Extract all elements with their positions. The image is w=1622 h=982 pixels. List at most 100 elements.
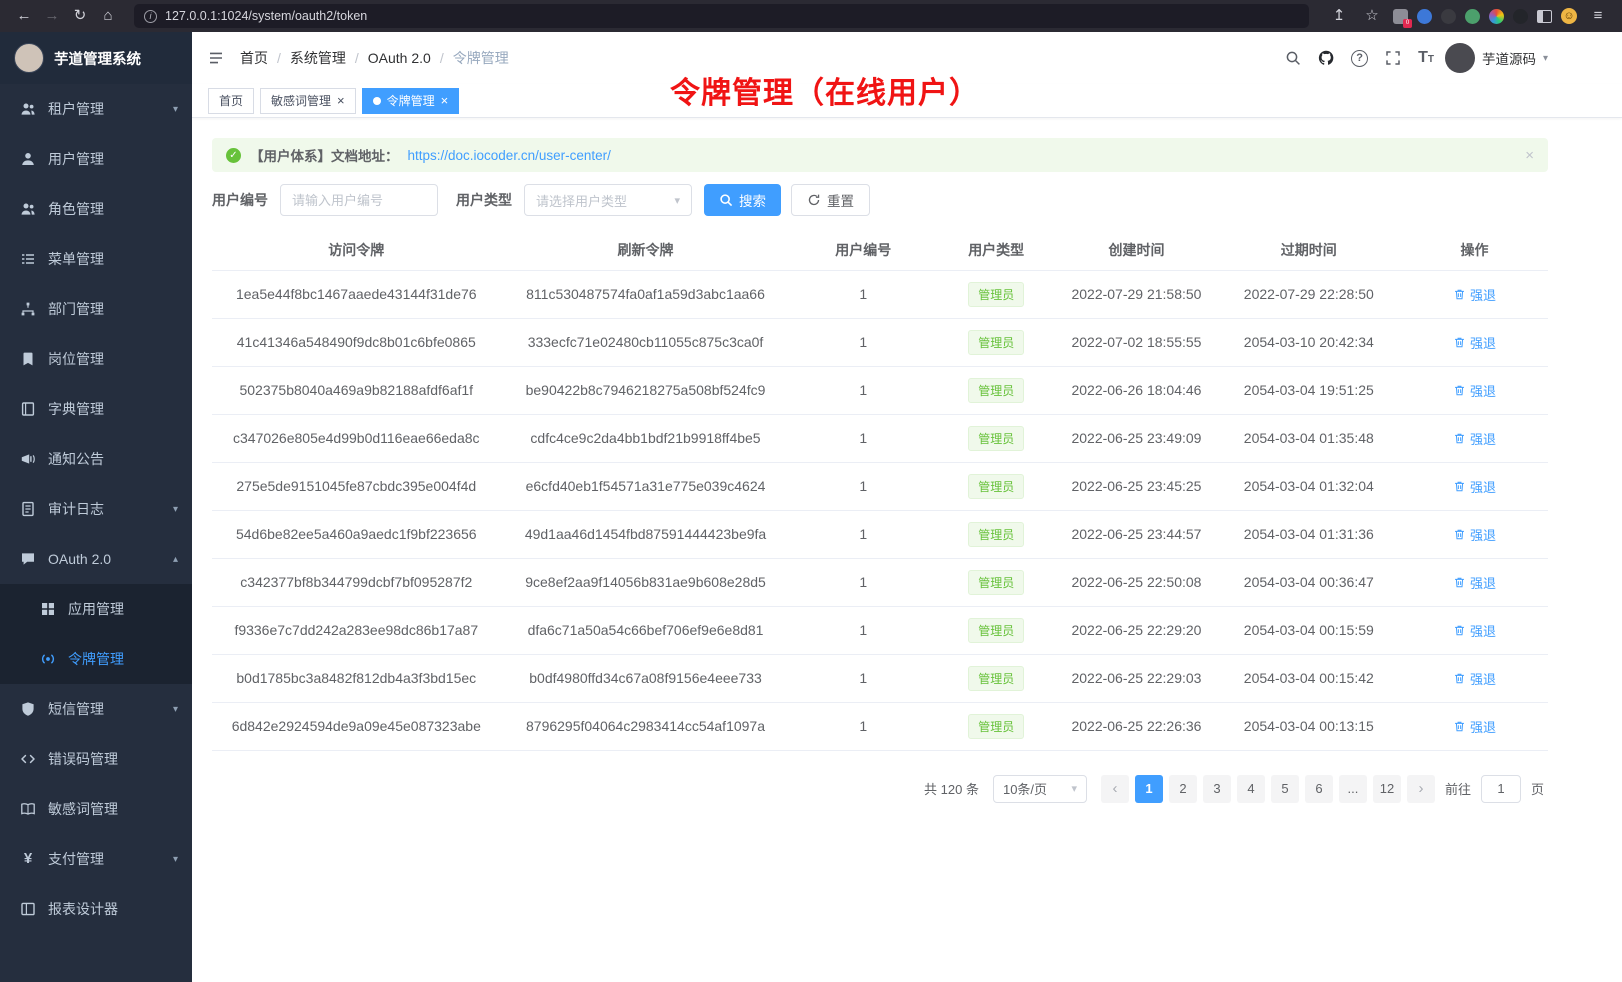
browser-menu-icon[interactable]: ≡: [1586, 0, 1610, 32]
user-id-input[interactable]: [280, 184, 438, 216]
search-icon[interactable]: [1285, 50, 1301, 66]
refresh-token-cell: e6cfd40eb1f54571a31e775e039c4624: [501, 462, 791, 510]
force-logout-button[interactable]: 强退: [1453, 333, 1496, 352]
sidebar-item-label: OAuth 2.0: [48, 551, 162, 567]
force-logout-button[interactable]: 强退: [1453, 381, 1496, 400]
force-logout-button[interactable]: 强退: [1453, 717, 1496, 736]
extension-paw-icon[interactable]: [1513, 9, 1528, 24]
sidebar-item-user[interactable]: 用户管理: [0, 134, 192, 184]
sidebar-item-label: 租户管理: [48, 99, 162, 119]
sidebar-item-menu[interactable]: 菜单管理: [0, 234, 192, 284]
page-ellipsis-button[interactable]: ...: [1339, 775, 1367, 803]
close-icon[interactable]: ×: [441, 94, 449, 107]
breadcrumb-home[interactable]: 首页: [240, 48, 268, 68]
sidebar-item-post[interactable]: 岗位管理: [0, 334, 192, 384]
sidebar-item-role[interactable]: 角色管理: [0, 184, 192, 234]
tab-sensitive-word[interactable]: 敏感词管理 ×: [260, 88, 356, 114]
action-cell: 强退: [1401, 366, 1548, 414]
user-menu[interactable]: 芋道源码 ▾: [1445, 43, 1548, 73]
extension-blue-icon[interactable]: [1417, 9, 1432, 24]
close-icon[interactable]: ×: [337, 94, 345, 107]
share-icon[interactable]: ↥: [1327, 0, 1351, 32]
font-size-icon[interactable]: TT: [1418, 50, 1434, 66]
action-cell: 强退: [1401, 270, 1548, 318]
sidebar-item-oauth2-client[interactable]: 应用管理: [0, 584, 192, 634]
table-row: 54d6be82ee5a460a9aedc1f9bf223656 49d1aa4…: [212, 510, 1548, 558]
sidebar-item-oauth2-token[interactable]: 令牌管理: [0, 634, 192, 684]
sidebar-item-sms[interactable]: 短信管理 ▾: [0, 684, 192, 734]
header-actions: ? TT 芋道源码 ▾: [1285, 43, 1548, 73]
force-logout-label: 强退: [1470, 477, 1496, 496]
sidebar-item-dict[interactable]: 字典管理: [0, 384, 192, 434]
doc-link[interactable]: https://doc.iocoder.cn/user-center/: [408, 148, 611, 163]
back-icon[interactable]: ←: [12, 0, 36, 32]
user-type-select[interactable]: 请选择用户类型 ▾: [524, 184, 692, 216]
page-button-3[interactable]: 3: [1203, 775, 1231, 803]
search-button[interactable]: 搜索: [704, 184, 781, 216]
app-window: 芋道管理系统 租户管理 ▾ 用户管理 角色管理 菜单管理: [0, 32, 1622, 982]
sidebar-item-tenant[interactable]: 租户管理 ▾: [0, 84, 192, 134]
github-icon[interactable]: [1318, 50, 1334, 66]
breadcrumb-system[interactable]: 系统管理: [290, 48, 346, 68]
sidebar-item-oauth2[interactable]: OAuth 2.0 ▴: [0, 534, 192, 584]
bookmark-star-icon[interactable]: ☆: [1360, 0, 1384, 32]
sidebar-item-report-designer[interactable]: 报表设计器: [0, 884, 192, 934]
force-logout-button[interactable]: 强退: [1453, 573, 1496, 592]
sidebar-item-pay[interactable]: ¥ 支付管理 ▾: [0, 834, 192, 884]
goto-page-input[interactable]: [1481, 775, 1521, 803]
page-button-2[interactable]: 2: [1169, 775, 1197, 803]
sidebar-item-audit-log[interactable]: 审计日志 ▾: [0, 484, 192, 534]
page-size-select[interactable]: 10条/页 ▾: [993, 775, 1087, 803]
sidebar-collapse-icon[interactable]: [208, 50, 224, 66]
sidebar-item-sensitive-word[interactable]: 敏感词管理: [0, 784, 192, 834]
user-id-cell: 1: [790, 270, 936, 318]
page-button-6[interactable]: 6: [1305, 775, 1333, 803]
chevron-down-icon: ▾: [674, 194, 680, 207]
extension-dark-icon[interactable]: [1441, 9, 1456, 24]
extensions-icon[interactable]: 0: [1393, 9, 1408, 24]
forward-icon[interactable]: →: [40, 0, 64, 32]
user-type-tag: 管理员: [968, 474, 1024, 499]
sidebar-item-error-code[interactable]: 错误码管理: [0, 734, 192, 784]
table-row: b0d1785bc3a8482f812db4a3f3bd15ec b0df498…: [212, 654, 1548, 702]
prev-page-button[interactable]: ‹: [1101, 775, 1129, 803]
force-logout-button[interactable]: 强退: [1453, 669, 1496, 688]
fullscreen-icon[interactable]: [1385, 50, 1401, 66]
profile-avatar[interactable]: ☺: [1561, 8, 1577, 24]
sidebar-item-notice[interactable]: 通知公告: [0, 434, 192, 484]
tab-token[interactable]: 令牌管理 ×: [362, 88, 460, 114]
extension-badge: 0: [1403, 19, 1412, 28]
access-token-cell: f9336e7c7dd242a283ee98dc86b17a87: [212, 606, 501, 654]
access-token-cell: 41c41346a548490f9dc8b01c6bfe0865: [212, 318, 501, 366]
breadcrumb-oauth2[interactable]: OAuth 2.0: [368, 50, 431, 66]
extension-green-icon[interactable]: [1465, 9, 1480, 24]
page-button-4[interactable]: 4: [1237, 775, 1265, 803]
help-icon[interactable]: ?: [1351, 50, 1368, 67]
access-token-cell: 275e5de9151045fe87cbdc395e004f4d: [212, 462, 501, 510]
filter-bar: 用户编号 用户类型 请选择用户类型 ▾ 搜索 重置: [212, 184, 1548, 216]
tab-home[interactable]: 首页: [208, 88, 254, 114]
force-logout-button[interactable]: 强退: [1453, 477, 1496, 496]
reset-button[interactable]: 重置: [791, 184, 870, 216]
user-type-tag: 管理员: [968, 618, 1024, 643]
url-bar[interactable]: i 127.0.0.1:1024/system/oauth2/token: [134, 4, 1309, 28]
home-icon[interactable]: ⌂: [96, 0, 120, 32]
sidebar-toggle-icon[interactable]: [1537, 10, 1552, 23]
alert-close-icon[interactable]: ×: [1525, 147, 1534, 164]
page-button-12[interactable]: 12: [1373, 775, 1401, 803]
page-button-1[interactable]: 1: [1135, 775, 1163, 803]
page-button-5[interactable]: 5: [1271, 775, 1299, 803]
site-info-icon[interactable]: i: [144, 10, 157, 23]
force-logout-button[interactable]: 强退: [1453, 429, 1496, 448]
force-logout-button[interactable]: 强退: [1453, 525, 1496, 544]
refresh-icon[interactable]: ↻: [68, 0, 92, 32]
user-type-cell: 管理员: [936, 270, 1056, 318]
sidebar-item-dept[interactable]: 部门管理: [0, 284, 192, 334]
user-type-cell: 管理员: [936, 606, 1056, 654]
force-logout-button[interactable]: 强退: [1453, 285, 1496, 304]
user-type-tag: 管理员: [968, 522, 1024, 547]
force-logout-button[interactable]: 强退: [1453, 621, 1496, 640]
trash-icon: [1453, 720, 1466, 733]
next-page-button[interactable]: ›: [1407, 775, 1435, 803]
extension-pinwheel-icon[interactable]: [1489, 9, 1504, 24]
